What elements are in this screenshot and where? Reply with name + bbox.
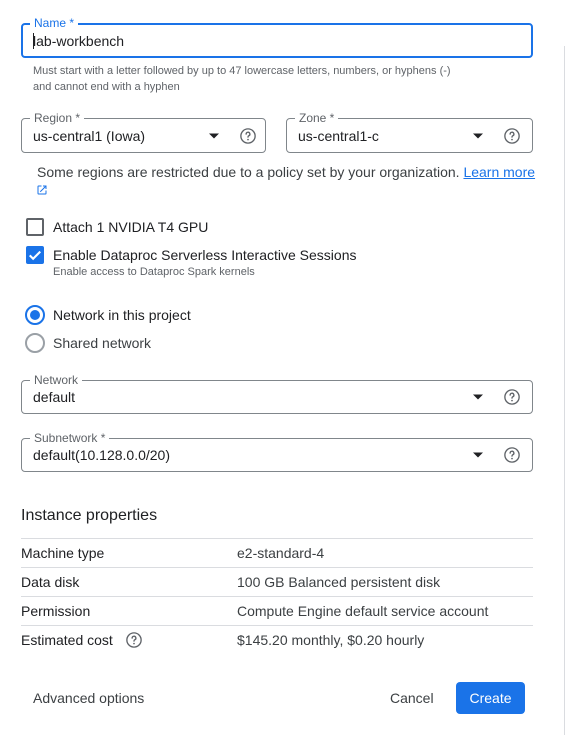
dataproc-option-sub: Enable access to Dataproc Spark kernels (53, 266, 255, 278)
name-input-value[interactable]: lab-workbench (33, 32, 125, 49)
learn-more-link[interactable]: Learn more (463, 164, 535, 180)
instance-properties-title: Instance properties (21, 507, 158, 524)
help-circle-icon[interactable] (503, 388, 521, 406)
cancel-button[interactable]: Cancel (390, 690, 434, 706)
prop-row-data-disk: Data disk 100 GB Balanced persistent dis… (21, 567, 533, 596)
create-button[interactable]: Create (456, 682, 525, 714)
region-value: us-central1 (Iowa) (33, 127, 146, 144)
prop-value: $145.20 monthly, $0.20 hourly (237, 632, 425, 648)
dropdown-arrow-icon (209, 133, 219, 138)
prop-row-machine-type: Machine type e2-standard-4 (21, 538, 533, 567)
prop-value: Compute Engine default service account (237, 603, 489, 619)
check-icon (29, 250, 41, 261)
dataproc-checkbox[interactable] (26, 246, 44, 264)
gpu-checkbox[interactable] (26, 218, 44, 236)
region-label: Region * (30, 110, 85, 126)
advanced-options-button[interactable]: Advanced options (33, 690, 144, 706)
zone-select[interactable]: Zone * us-central1-c (286, 110, 533, 153)
prop-key: Data disk (21, 574, 80, 590)
regions-notice-text: Some regions are restricted due to a pol… (37, 164, 460, 180)
name-hint-line2: and cannot end with a hyphen (33, 81, 180, 93)
prop-value: e2-standard-4 (237, 545, 325, 561)
dropdown-arrow-icon (473, 394, 483, 400)
name-field[interactable]: Name * lab-workbench (21, 15, 533, 58)
create-button-label: Create (469, 690, 512, 706)
radio-network-in-project[interactable] (25, 305, 45, 325)
network-label: Network (30, 372, 83, 388)
prop-key: Permission (21, 603, 91, 619)
gpu-option-label: Attach 1 NVIDIA T4 GPU (53, 219, 209, 235)
prop-row-estimated-cost: Estimated cost $145.20 monthly, $0.20 ho… (21, 625, 533, 654)
regions-restricted-notice: Some regions are restricted due to a pol… (37, 162, 537, 182)
radio-shared-network-label: Shared network (53, 335, 152, 351)
zone-value: us-central1-c (298, 127, 379, 144)
prop-key: Estimated cost (21, 632, 113, 648)
prop-value: 100 GB Balanced persistent disk (237, 574, 441, 590)
name-hint: Must start with a letter followed by up … (33, 63, 451, 95)
prop-key: Machine type (21, 545, 105, 561)
instance-properties-table: Machine type e2-standard-4 Data disk 100… (21, 538, 533, 654)
name-field-label: Name * (30, 15, 79, 31)
radio-shared-network[interactable] (25, 333, 45, 353)
radio-network-in-project-label: Network in this project (53, 307, 191, 323)
network-value: default (33, 389, 76, 405)
name-hint-line1: Must start with a letter followed by up … (33, 65, 451, 77)
help-circle-icon[interactable] (239, 127, 257, 145)
dropdown-arrow-icon (473, 452, 483, 458)
open-in-new-icon[interactable] (36, 184, 48, 196)
zone-label: Zone * (295, 110, 339, 126)
subnetwork-label: Subnetwork * (30, 430, 110, 446)
network-select[interactable]: Network default (21, 372, 533, 414)
help-circle-icon[interactable] (125, 631, 143, 649)
region-select[interactable]: Region * us-central1 (Iowa) (21, 110, 266, 153)
dataproc-option-label: Enable Dataproc Serverless Interactive S… (53, 247, 357, 263)
dropdown-arrow-icon (473, 133, 483, 138)
help-circle-icon[interactable] (503, 127, 521, 145)
help-circle-icon[interactable] (503, 446, 521, 464)
subnetwork-value: default(10.128.0.0/20) (33, 447, 170, 463)
prop-row-permission: Permission Compute Engine default servic… (21, 596, 533, 625)
subnetwork-select[interactable]: Subnetwork * default(10.128.0.0/20) (21, 430, 533, 472)
name-value-rest: ab-workbench (36, 32, 125, 49)
